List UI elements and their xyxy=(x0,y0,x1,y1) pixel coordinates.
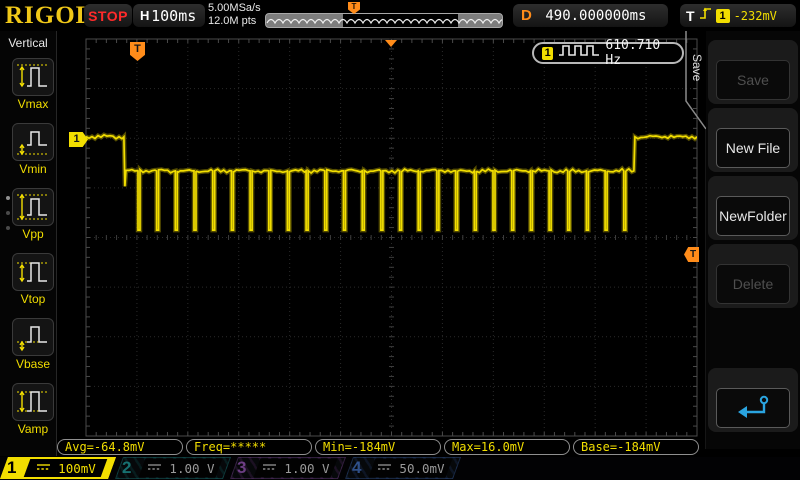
measurement-freq: Freq=***** xyxy=(186,439,312,455)
dc-coupling-icon xyxy=(377,461,392,475)
vbase-icon xyxy=(12,318,54,356)
run-stop-status[interactable]: STOP xyxy=(84,4,132,27)
acquisition-info: 5.00MSa/s 12.0M pts xyxy=(208,2,261,28)
left-menu-item-vbase[interactable]: Vbase xyxy=(12,318,54,371)
timebase-value: 100ms xyxy=(149,7,198,25)
square-wave-icon xyxy=(558,44,600,62)
softkey-newfolder[interactable]: NewFolder xyxy=(716,196,790,236)
trigger-source-badge: 1 xyxy=(716,9,730,23)
channel-status-bar: 1 100mV 2 1.00 V 3 1.00 V 4 50.0mV xyxy=(0,457,800,480)
vpp-icon xyxy=(12,188,54,226)
delay-box[interactable]: D 490.000000ms xyxy=(513,4,668,27)
rising-edge-icon xyxy=(699,5,712,26)
softkey-return[interactable] xyxy=(716,388,790,428)
channel-2-status[interactable]: 2 1.00 V xyxy=(115,457,227,479)
horizontal-label: H xyxy=(140,8,149,23)
frequency-counter: 1 610.710 Hz xyxy=(532,42,684,64)
channel-3-status[interactable]: 3 1.00 V xyxy=(230,457,342,479)
left-menu-item-vtop[interactable]: Vtop xyxy=(12,253,54,306)
dc-coupling-icon xyxy=(262,461,277,475)
delay-label: D xyxy=(521,7,532,24)
left-menu-title: Vertical xyxy=(0,31,56,50)
delay-value: 490.000000ms xyxy=(532,8,660,24)
menu-tab-save: Save xyxy=(684,36,704,100)
measurement-bar: Avg=-64.8mVFreq=*****Min=-184mVMax=16.0m… xyxy=(57,439,699,455)
freq-channel-badge: 1 xyxy=(542,47,553,60)
dc-coupling-icon xyxy=(147,461,162,475)
menu-page-dot xyxy=(6,226,10,230)
horizontal-timebase-box[interactable]: H 100ms xyxy=(133,4,205,27)
trigger-label: T xyxy=(686,8,695,24)
left-menu-item-vmax[interactable]: Vmax xyxy=(12,58,54,111)
vtop-icon xyxy=(12,253,54,291)
vmin-icon xyxy=(12,123,54,161)
left-menu-item-vmin[interactable]: Vmin xyxy=(12,123,54,176)
menu-page-dot xyxy=(6,196,10,200)
memory-depth: 12.0M pts xyxy=(208,15,261,28)
return-arrow-icon xyxy=(733,394,773,423)
sample-rate: 5.00MSa/s xyxy=(208,2,261,15)
channel-4-status[interactable]: 4 50.0mV xyxy=(345,457,457,479)
softkey-delete[interactable]: Delete xyxy=(716,264,790,304)
softkey-new-file[interactable]: New File xyxy=(716,128,790,168)
softkey-menu: Save New File NewFolder Delete xyxy=(706,31,800,449)
left-menu-item-vamp[interactable]: Vamp xyxy=(12,383,54,436)
memory-waveform-icon xyxy=(266,14,502,27)
measurement-avg: Avg=-64.8mV xyxy=(57,439,183,455)
softkey-save[interactable]: Save xyxy=(716,60,790,100)
vertical-measure-menu: Vertical Vmax Vmin Vpp Vtop Vbase Vamp xyxy=(0,31,57,456)
vmax-icon xyxy=(12,58,54,96)
softkey-slot: NewFolder xyxy=(708,176,798,240)
left-menu-item-vpp[interactable]: Vpp xyxy=(12,188,54,241)
vamp-icon xyxy=(12,383,54,421)
channel-1-status[interactable]: 1 100mV xyxy=(0,457,112,479)
measurement-base: Base=-184mV xyxy=(573,439,699,455)
menu-page-dot xyxy=(6,211,10,215)
rigol-logo: RIGOL xyxy=(5,2,93,30)
softkey-slot: New File xyxy=(708,108,798,172)
dc-coupling-icon xyxy=(36,461,51,475)
top-status-bar: RIGOL STOP H 100ms 5.00MSa/s 12.0M pts T… xyxy=(0,0,800,31)
softkey-slot xyxy=(708,368,798,432)
trigger-box[interactable]: T 1 -232mV xyxy=(680,4,796,27)
trigger-level-value: -232mV xyxy=(734,9,777,23)
run-state-label: STOP xyxy=(88,8,128,24)
oscilloscope-screen: RIGOL STOP H 100ms 5.00MSa/s 12.0M pts T… xyxy=(0,0,800,480)
softkey-slot: Delete xyxy=(708,244,798,308)
trigger-delay-triangle-icon[interactable] xyxy=(385,40,397,47)
softkey-slot: Save xyxy=(708,40,798,104)
graticule xyxy=(58,31,705,437)
waveform-memory-bar[interactable] xyxy=(265,13,503,28)
measurement-max: Max=16.0mV xyxy=(444,439,570,455)
freq-value: 610.710 Hz xyxy=(605,38,674,68)
measurement-min: Min=-184mV xyxy=(315,439,441,455)
